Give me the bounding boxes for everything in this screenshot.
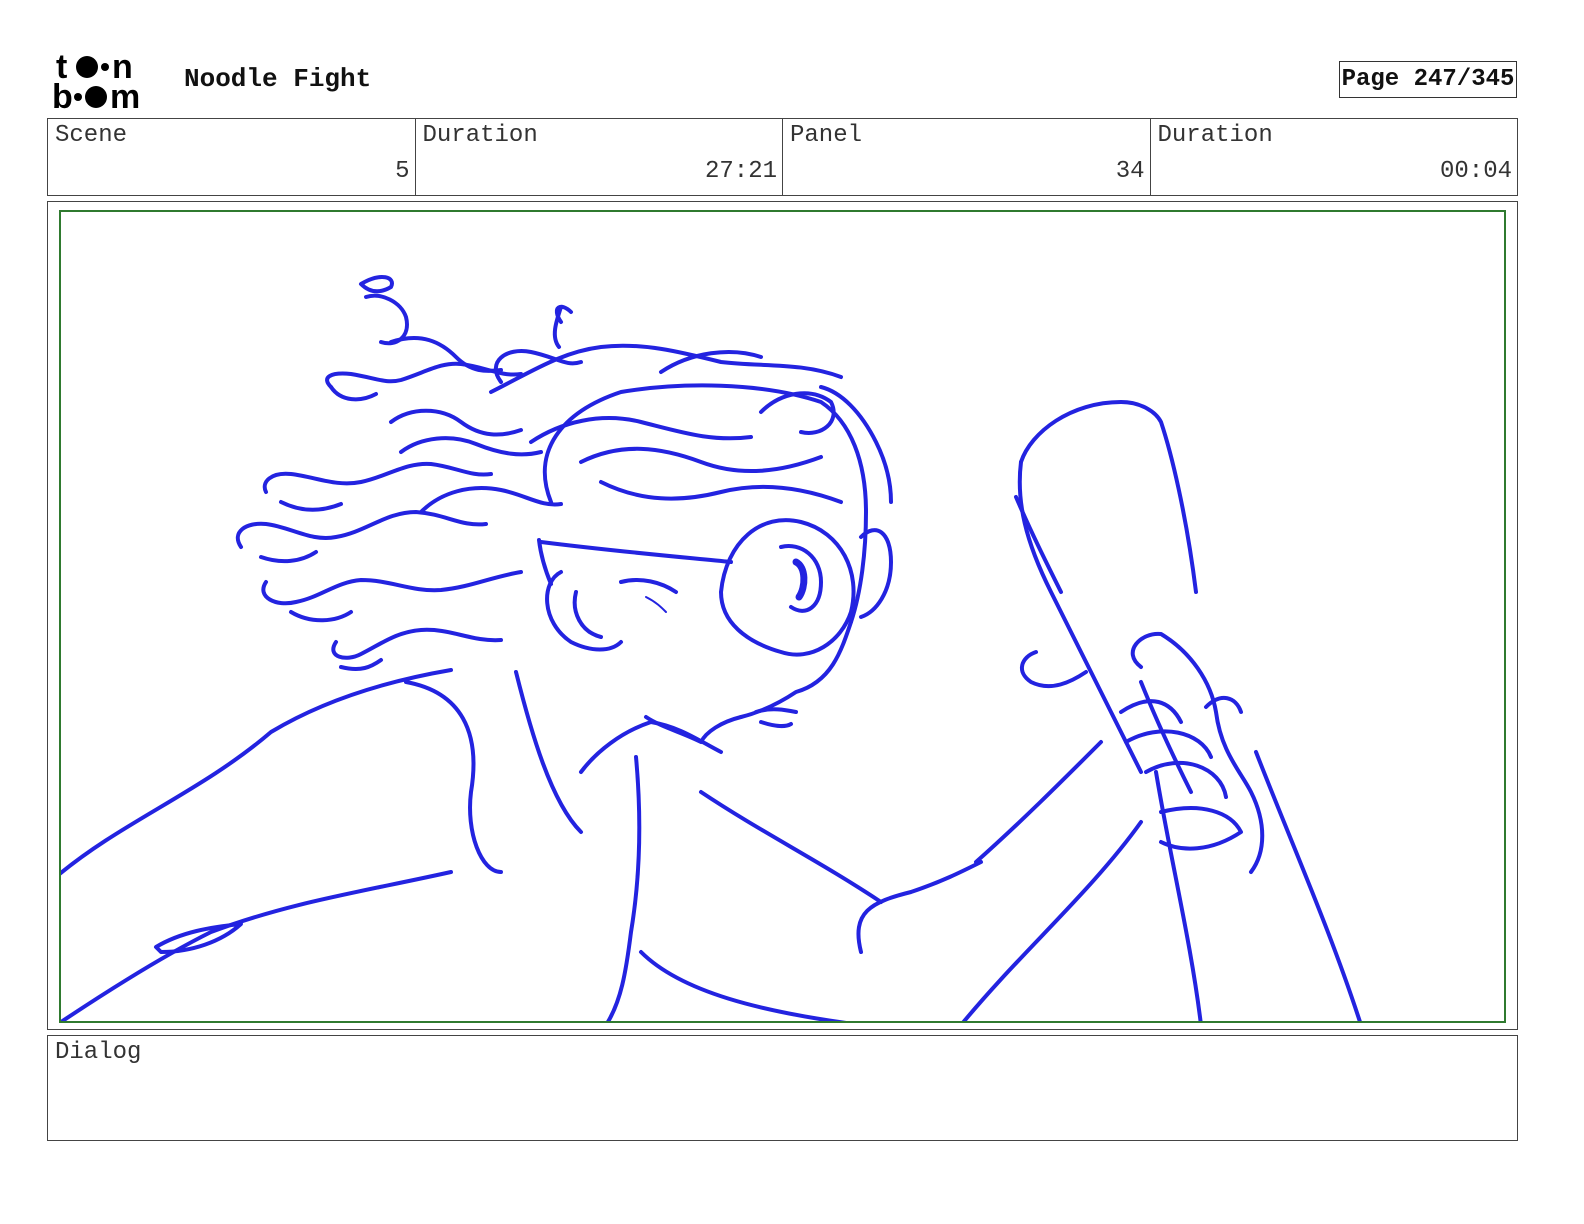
panel-duration-value: 00:04: [1439, 158, 1512, 185]
panel-duration-cell: Duration 00:04: [1151, 119, 1518, 195]
character-sketch: [61, 275, 1362, 1021]
toon-boom-logo: t n b m: [52, 48, 164, 116]
scene-duration-value: 27:21: [704, 158, 777, 185]
panel-label: Panel: [790, 122, 863, 149]
storyboard-title: Noodle Fight: [184, 64, 372, 94]
safe-area-frame: [59, 210, 1506, 1023]
scene-duration-cell: Duration 27:21: [416, 119, 783, 195]
scene-label: Scene: [55, 122, 128, 149]
panel-value: 34: [1115, 158, 1145, 185]
svg-text:m: m: [110, 78, 140, 112]
scene-info-row: Scene 5 Duration 27:21 Panel 34 Duration…: [47, 118, 1518, 196]
dialog-label: Dialog: [55, 1039, 142, 1066]
svg-text:b: b: [52, 78, 73, 112]
panel-image-frame: [47, 201, 1518, 1030]
scene-cell: Scene 5: [48, 119, 416, 195]
scene-duration-label: Duration: [422, 122, 538, 149]
page-indicator: Page 247/345: [1339, 61, 1517, 98]
panel-cell: Panel 34: [783, 119, 1151, 195]
dialog-box: Dialog: [47, 1035, 1518, 1141]
panel-duration-label: Duration: [1157, 122, 1273, 149]
scene-value: 5: [395, 158, 410, 185]
